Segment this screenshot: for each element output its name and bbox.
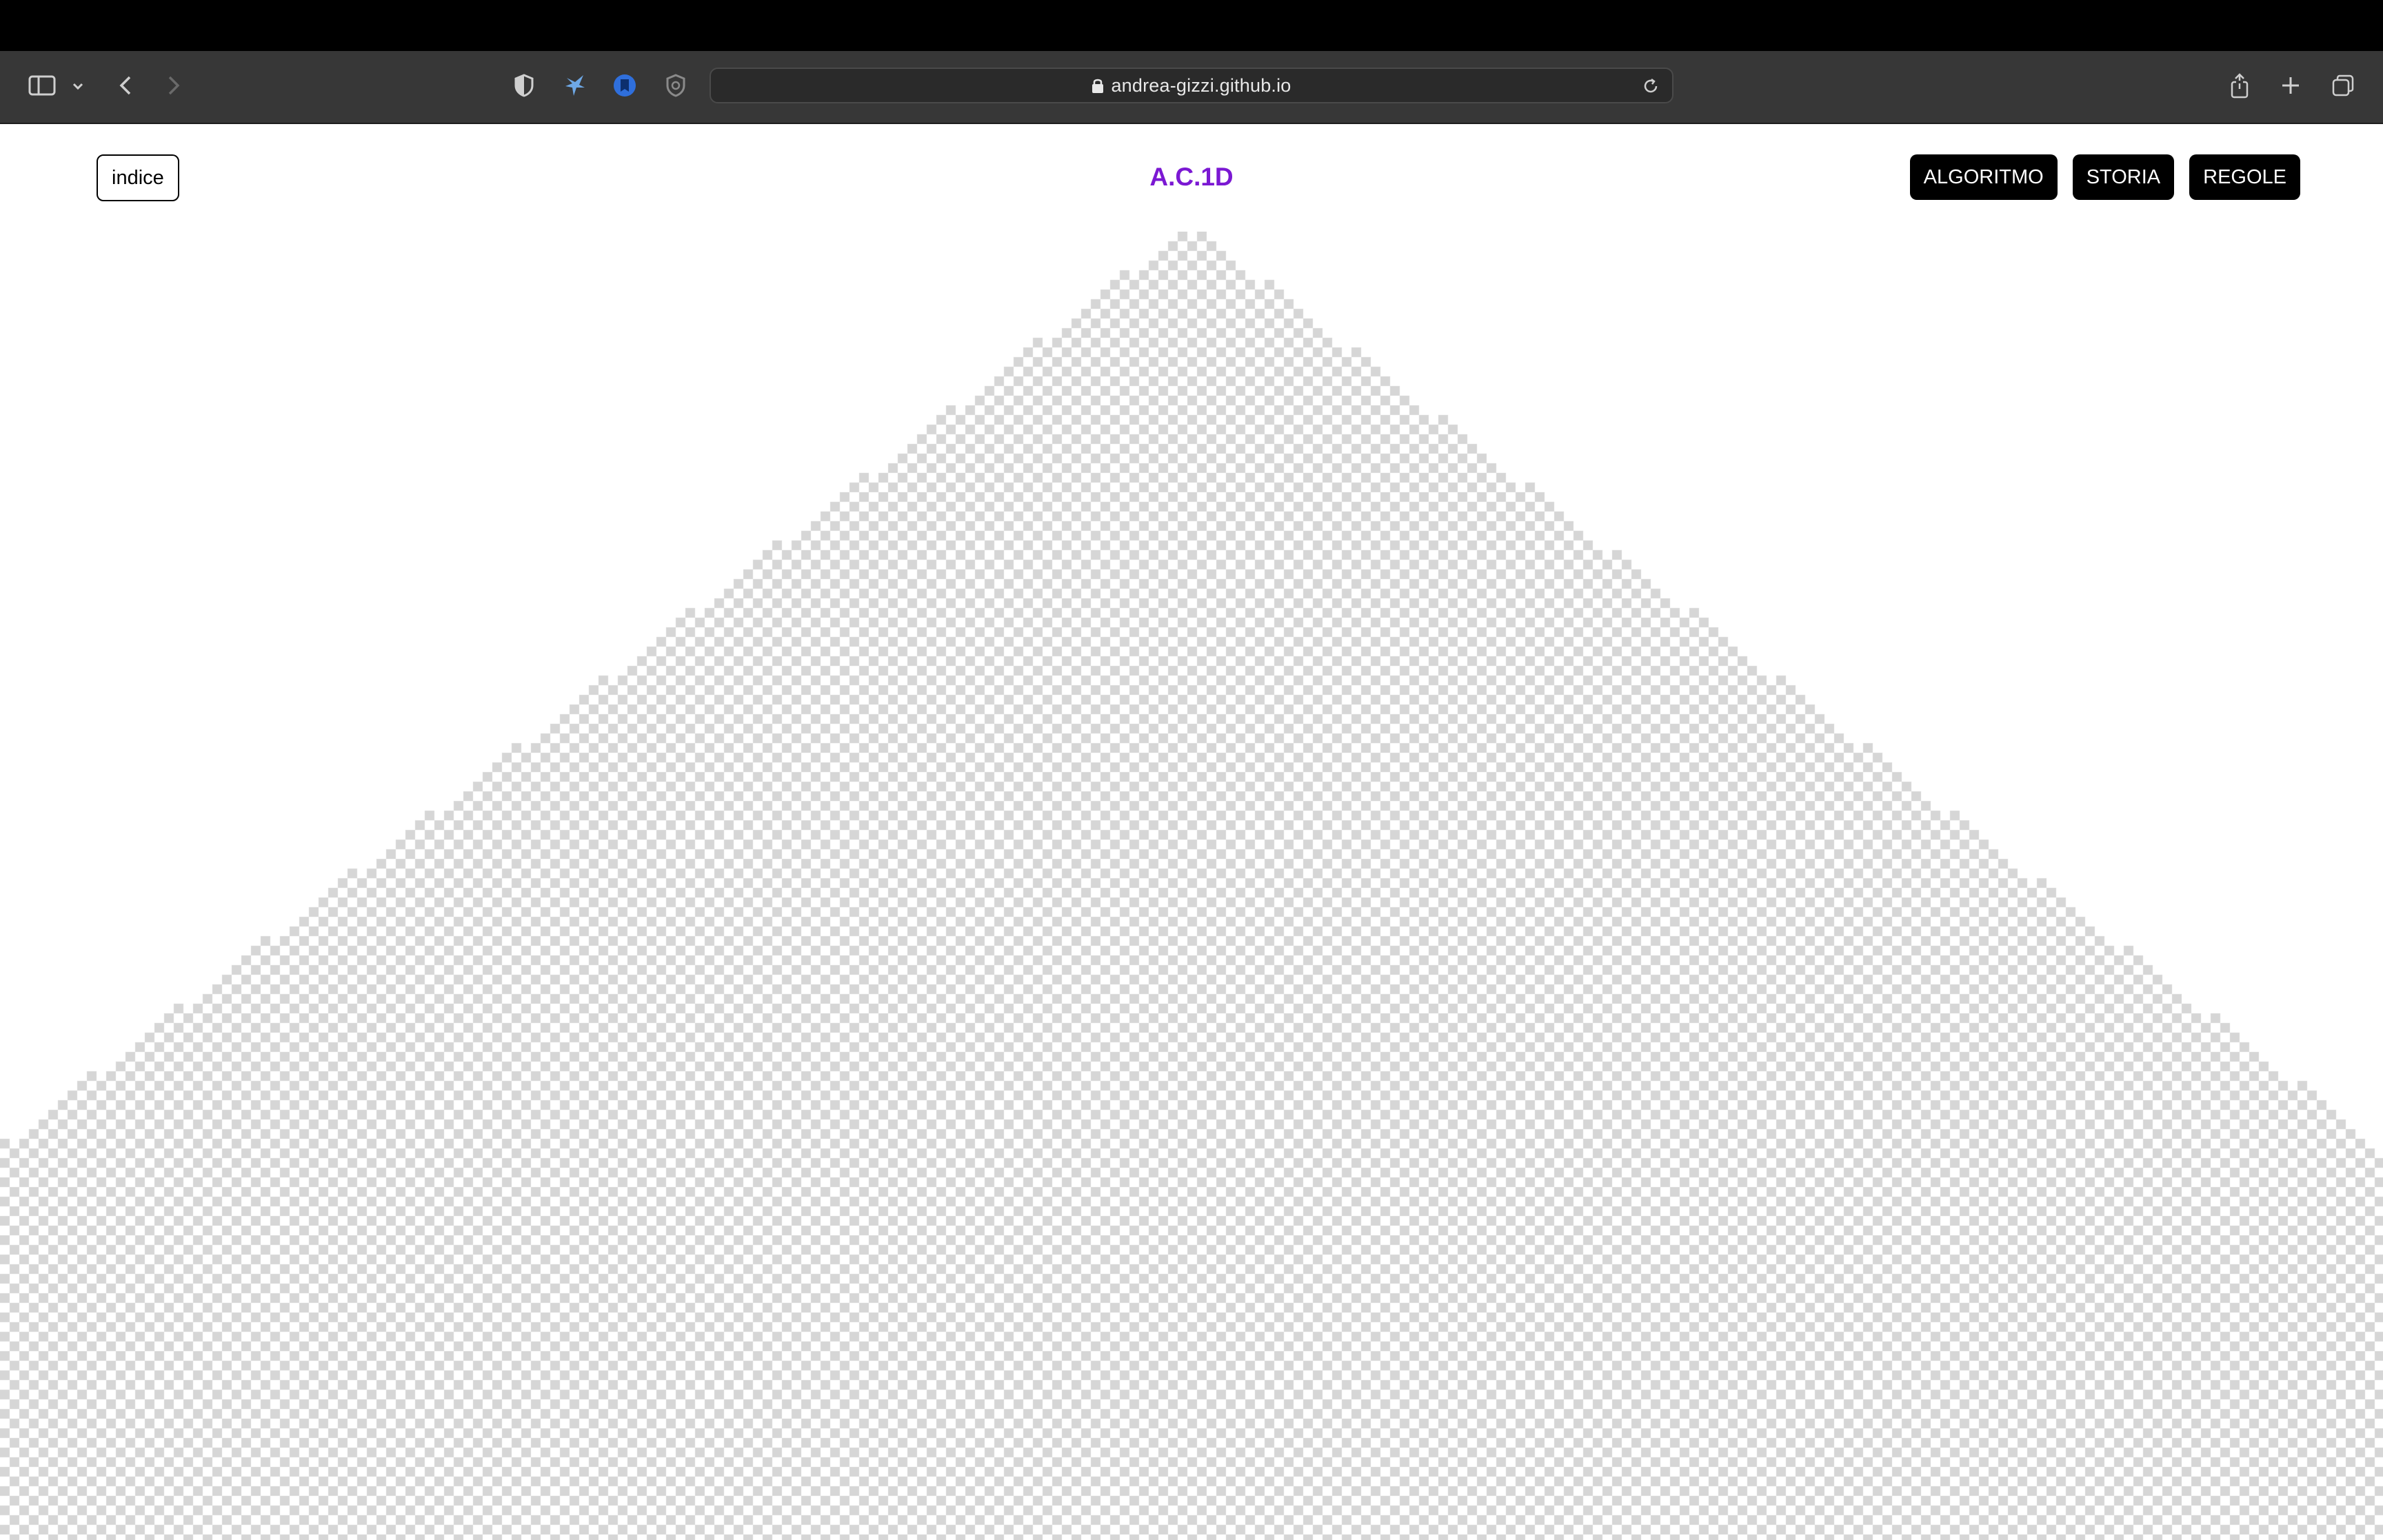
address-bar[interactable]: andrea-gizzi.github.io bbox=[710, 68, 1673, 103]
privacy-shield-icon[interactable] bbox=[512, 72, 536, 99]
nav-storia-button[interactable]: STORIA bbox=[2072, 154, 2175, 200]
url-text: andrea-gizzi.github.io bbox=[1111, 74, 1291, 96]
page-title: A.C.1D bbox=[1149, 163, 1234, 191]
lock-icon bbox=[1092, 77, 1104, 94]
browser-toolbar: andrea-gizzi.github.io bbox=[0, 51, 2383, 124]
nav-algoritmo-button[interactable]: ALGORITMO bbox=[1909, 154, 2058, 200]
back-icon[interactable] bbox=[114, 72, 137, 99]
system-menubar bbox=[0, 0, 2383, 51]
extension-badge-icon[interactable] bbox=[663, 72, 688, 99]
nav-regole-button[interactable]: REGOLE bbox=[2189, 154, 2300, 200]
web-page: indice A.C.1D ALGORITMO STORIA REGOLE bbox=[0, 124, 2383, 1540]
top-nav: ALGORITMO STORIA REGOLE bbox=[1909, 154, 2300, 200]
reload-icon[interactable] bbox=[1642, 77, 1660, 99]
new-tab-icon[interactable] bbox=[2278, 72, 2303, 99]
extension-blue-icon[interactable] bbox=[611, 70, 639, 101]
sidebar-icon[interactable] bbox=[26, 72, 58, 99]
share-icon[interactable] bbox=[2227, 70, 2252, 101]
chevron-down-icon[interactable] bbox=[69, 77, 87, 95]
forward-icon[interactable] bbox=[163, 72, 185, 99]
tab-overview-icon[interactable] bbox=[2329, 72, 2357, 99]
extension-bird-icon[interactable] bbox=[561, 70, 589, 101]
cellular-automaton-canvas bbox=[0, 232, 2383, 1540]
index-button[interactable]: indice bbox=[97, 154, 179, 201]
